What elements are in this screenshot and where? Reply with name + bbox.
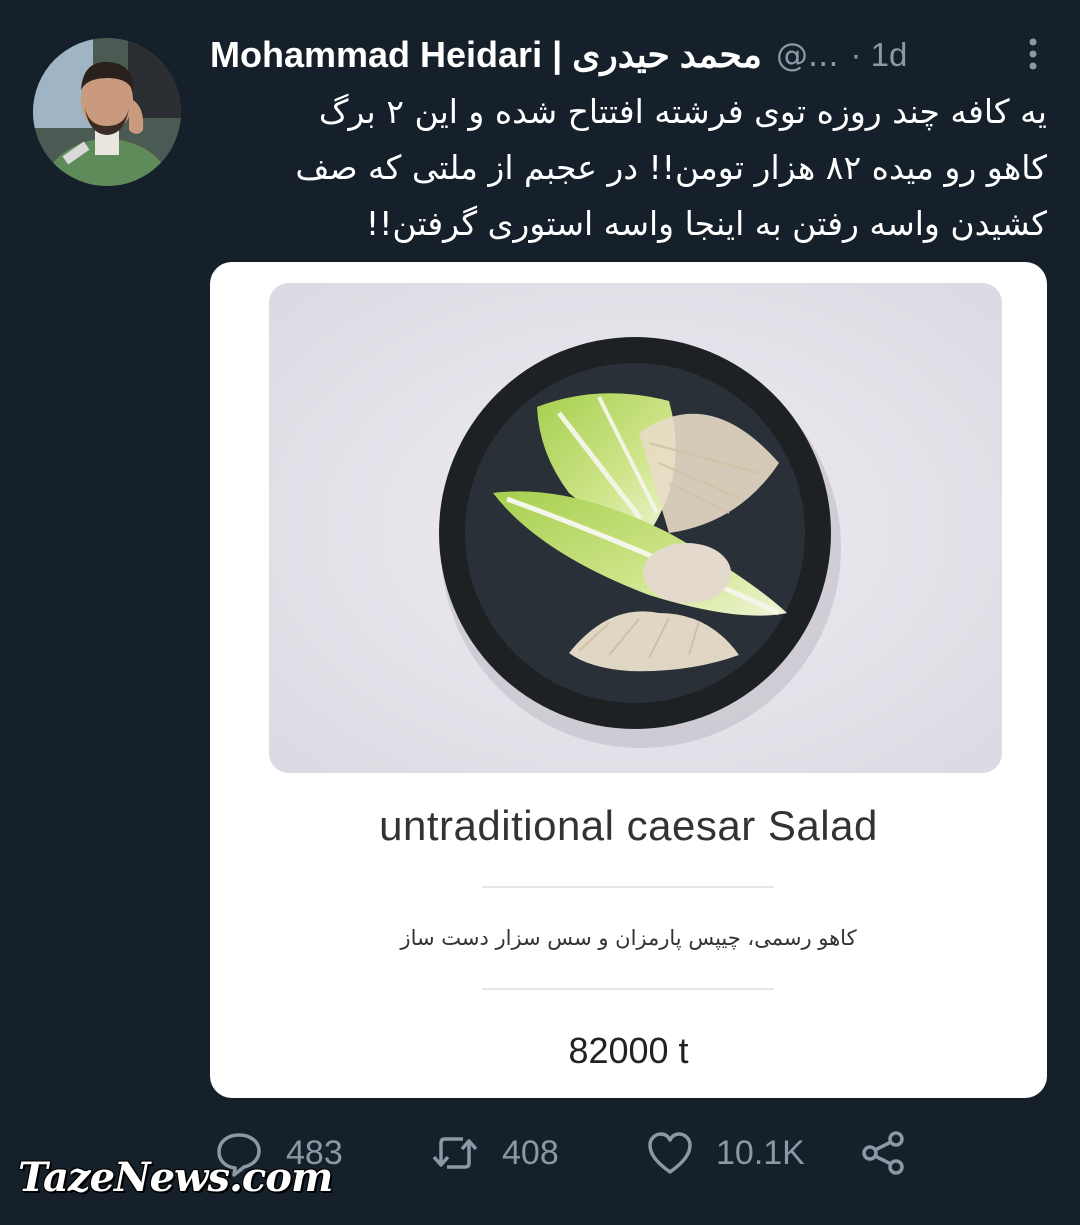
watermark: TazeNews.com — [18, 1154, 333, 1201]
retweet-button[interactable]: 408 — [430, 1128, 559, 1178]
media-card[interactable]: untraditional caesar Salad کاهو رسمی، چی… — [210, 262, 1047, 1098]
share-icon — [862, 1131, 904, 1175]
author-handle[interactable]: @... — [776, 36, 839, 74]
salad-photo — [269, 283, 1002, 773]
tweet-time[interactable]: · 1d — [850, 36, 907, 74]
dish-description: کاهو رسمی، چیپس پارمزان و سس سزار دست سا… — [400, 926, 857, 950]
tweet-text-line: یه کافه چند روزه توی فرشته افتتاح شده و … — [318, 92, 1047, 131]
tweet-text-line: کشیدن واسه رفتن به اینجا واسه استوری گرف… — [365, 204, 1047, 243]
avatar[interactable] — [33, 38, 181, 186]
avatar-photo — [33, 38, 181, 186]
dish-price: 82000 t — [568, 1030, 689, 1071]
tweet-header: Mohammad Heidari | محمد حیدری @... · 1d — [210, 32, 1050, 78]
author-name[interactable]: Mohammad Heidari | محمد حیدری — [210, 34, 762, 76]
like-count: 10.1K — [716, 1133, 805, 1172]
like-button[interactable]: 10.1K — [646, 1128, 805, 1178]
retweet-icon — [432, 1137, 478, 1169]
tweet-text: یه کافه چند روزه توی فرشته افتتاح شده و … — [210, 84, 1047, 252]
divider — [482, 988, 774, 990]
retweet-count: 408 — [502, 1133, 559, 1172]
more-icon[interactable] — [1026, 36, 1040, 72]
share-button[interactable] — [860, 1128, 908, 1178]
divider — [482, 886, 774, 888]
like-icon — [648, 1132, 692, 1174]
dish-title: untraditional caesar Salad — [379, 802, 878, 849]
tweet-text-line: کاهو رو میده ۸۲ هزار تومن!! در عجبم از م… — [295, 148, 1047, 187]
